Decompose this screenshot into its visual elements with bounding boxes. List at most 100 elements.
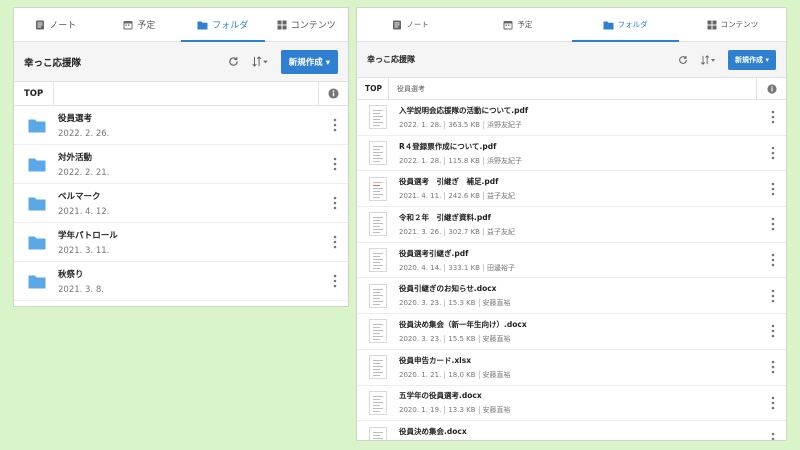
tab-grid[interactable]: コンテンツ (265, 8, 349, 41)
file-size: 13.3 KB (448, 406, 476, 415)
file-row[interactable]: R４登録票作成について.pdf 2022. 1. 28. 115.8 KB 浜野友紀子 (357, 136, 786, 172)
folder-list-panel: ノート 予定 フォルダ コンテンツ 幸っこ応援隊 新規作成 ▾ TOP 役員選考 202… (14, 8, 348, 306)
file-thumbnail (369, 355, 387, 380)
file-details: 2020. 1. 19. 13.3 KB 安藤直裕 (399, 405, 760, 415)
file-row[interactable]: 役員引継ぎのお知らせ.docx 2020. 3. 23. 15.3 KB 安藤直裕 (357, 278, 786, 315)
more-options-icon[interactable] (322, 118, 348, 132)
file-thumbnail (369, 212, 387, 237)
more-options-icon[interactable] (760, 217, 786, 231)
tab-calendar[interactable]: 予定 (464, 8, 571, 41)
file-row[interactable]: 役員決め集会（新一年生向け）.docx 2020. 3. 23. 15.5 KB 安藤… (357, 314, 786, 350)
file-size: 15.5 KB (448, 334, 476, 343)
file-row[interactable]: 入学説明会応援隊の活動について.pdf 2022. 1. 28. 363.5 KB 浜… (357, 100, 786, 136)
file-row[interactable]: 五学年の役員選考.docx 2020. 1. 19. 13.3 KB 安藤直裕 (357, 386, 786, 422)
tab-bar: ノート 予定 フォルダ コンテンツ (357, 8, 786, 42)
tab-label: ノート (406, 20, 429, 29)
info-icon[interactable] (318, 82, 348, 105)
file-meta: 役員決め集会.docx2020. 1. 19.55.7 KB安藤直裕 (399, 426, 760, 440)
file-size: 363.5 KB (448, 120, 480, 129)
new-create-button[interactable]: 新規作成 ▾ (280, 49, 338, 74)
folder-name: 秋祭り (58, 269, 84, 280)
more-options-icon[interactable] (760, 253, 786, 267)
file-meta: 役員引継ぎのお知らせ.docx 2020. 3. 23. 15.3 KB 安藤直裕 (399, 283, 760, 308)
file-meta: 役員選考引継ぎ.pdf 2020. 4. 14. 333.1 KB 田邊裕子 (399, 248, 760, 273)
folder-row[interactable]: 対外活動 2022. 2. 21. (14, 145, 348, 184)
file-row[interactable]: 役員選考引継ぎ.pdf 2020. 4. 14. 333.1 KB 田邊裕子 (357, 243, 786, 279)
grid-icon (277, 20, 287, 30)
separator (478, 370, 480, 379)
file-size: 115.8 KB (448, 156, 480, 165)
tab-folder[interactable]: フォルダ (181, 8, 265, 42)
folder-date: 2022. 2. 21. (58, 167, 110, 178)
file-name: 入学説明会応援隊の活動について.pdf (399, 105, 529, 115)
more-options-icon[interactable] (760, 146, 786, 160)
folder-list: 役員選考 2022. 2. 26. 対外活動 2022. 2. 21. ベルマーク 202… (14, 106, 348, 301)
refresh-icon[interactable] (228, 56, 239, 67)
file-row[interactable]: 役員選考 引継ぎ 補足.pdf 2021. 4. 11. 242.6 KB 益子友紀 (357, 171, 786, 208)
info-icon[interactable] (756, 78, 786, 99)
folder-meta: 学年パトロール 2021. 3. 11. (58, 229, 322, 256)
more-options-icon[interactable] (322, 196, 348, 210)
separator (444, 299, 446, 308)
file-author: 安藤直裕 (482, 406, 511, 415)
more-options-icon[interactable] (322, 235, 348, 249)
sort-icon[interactable] (700, 54, 716, 65)
more-options-icon[interactable] (322, 274, 348, 288)
tab-label: 予定 (517, 20, 533, 29)
file-meta: R４登録票作成について.pdf 2022. 1. 28. 115.8 KB 浜野友紀子 (399, 141, 760, 166)
folder-icon (28, 196, 46, 211)
file-meta: 五学年の役員選考.docx 2020. 1. 19. 13.3 KB 安藤直裕 (399, 390, 760, 415)
file-name: 役員決め集会.docx (399, 427, 467, 437)
separator (482, 263, 484, 272)
file-author: 益子友紀 (486, 227, 515, 236)
tab-calendar[interactable]: 予定 (98, 8, 182, 41)
folder-meta: ベルマーク 2021. 4. 12. (58, 190, 322, 217)
file-author: 浜野友紀子 (486, 156, 522, 165)
file-author: 安藤直裕 (482, 370, 511, 379)
column-header: TOP 役員選考 (357, 78, 786, 100)
top-link[interactable]: TOP (357, 78, 389, 99)
new-create-button[interactable]: 新規作成 ▾ (728, 49, 776, 70)
tab-grid[interactable]: コンテンツ (679, 8, 786, 41)
separator (444, 227, 446, 236)
folder-row[interactable]: 秋祭り 2021. 3. 8. (14, 262, 348, 301)
file-details: 2020. 1. 21. 18.0 KB 安藤直裕 (399, 370, 760, 380)
separator (444, 192, 446, 201)
more-options-icon[interactable] (760, 396, 786, 410)
tab-note[interactable]: ノート (357, 8, 464, 41)
new-create-label: 新規作成 (735, 55, 764, 64)
note-icon (35, 20, 45, 30)
file-size: 18.0 KB (448, 370, 476, 379)
grid-icon (707, 20, 717, 30)
breadcrumb[interactable]: 役員選考 (389, 84, 756, 94)
file-row[interactable]: 役員申告カード.xlsx 2020. 1. 21. 18.0 KB 安藤直裕 (357, 350, 786, 386)
file-name: 令和２年 引継ぎ資料.pdf (399, 212, 491, 222)
file-thumbnail (369, 319, 387, 344)
folder-date: 2021. 3. 8. (58, 284, 104, 295)
new-create-label: 新規作成 (288, 57, 323, 68)
more-options-icon[interactable] (760, 360, 786, 374)
tab-folder[interactable]: フォルダ (571, 8, 680, 42)
calendar-icon (503, 20, 513, 30)
tab-label: ノート (49, 21, 77, 31)
more-options-icon[interactable] (322, 157, 348, 171)
top-link[interactable]: TOP (14, 82, 54, 105)
folder-row[interactable]: ベルマーク 2021. 4. 12. (14, 184, 348, 223)
file-row[interactable]: 役員決め集会.docx2020. 1. 19.55.7 KB安藤直裕 (357, 421, 786, 440)
file-date: 2020. 1. 19. (399, 406, 442, 415)
file-name: 役員申告カード.xlsx (399, 355, 472, 365)
sort-icon[interactable] (251, 56, 269, 67)
more-options-icon[interactable] (760, 110, 786, 124)
more-options-icon[interactable] (760, 289, 786, 303)
folder-row[interactable]: 学年パトロール 2021. 3. 11. (14, 223, 348, 262)
file-name: R４登録票作成について.pdf (399, 141, 497, 151)
tab-note[interactable]: ノート (14, 8, 98, 41)
file-author: 益子友紀 (486, 192, 515, 201)
more-options-icon[interactable] (760, 324, 786, 338)
more-options-icon[interactable] (760, 182, 786, 196)
refresh-icon[interactable] (678, 55, 688, 65)
more-options-icon[interactable] (760, 432, 786, 440)
separator (482, 227, 484, 236)
file-row[interactable]: 令和２年 引継ぎ資料.pdf 2021. 3. 26. 302.7 KB 益子友紀 (357, 207, 786, 243)
folder-row[interactable]: 役員選考 2022. 2. 26. (14, 106, 348, 145)
